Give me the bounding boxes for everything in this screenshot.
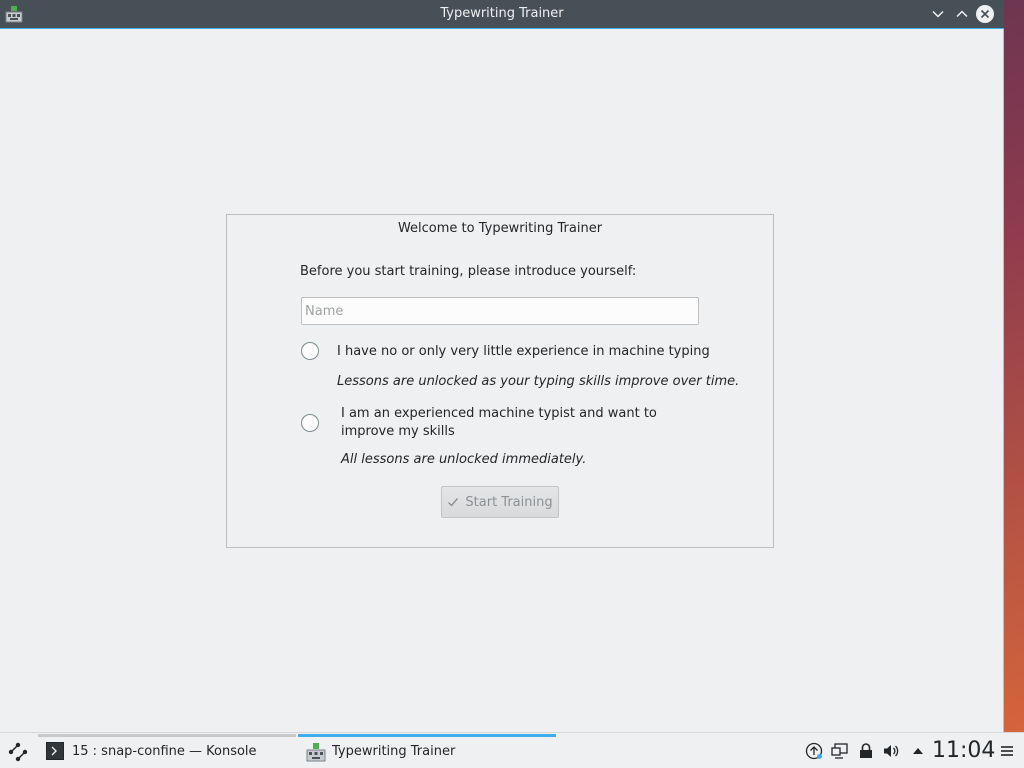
konsole-icon <box>46 742 64 760</box>
app-window: Typewriting Trainer Welcome to Typewriti… <box>0 0 1004 732</box>
beginner-label[interactable]: I have no or only very little experience… <box>337 343 710 361</box>
close-icon <box>980 9 990 19</box>
title-bar[interactable]: Typewriting Trainer <box>0 0 1004 29</box>
task-indicator <box>38 734 296 737</box>
task-label: Typewriting Trainer <box>332 743 456 759</box>
name-input[interactable] <box>301 297 699 325</box>
window-title: Typewriting Trainer <box>440 6 564 21</box>
beginner-hint: Lessons are unlocked as your typing skil… <box>337 374 740 389</box>
checkmark-icon <box>448 498 459 507</box>
task-label: 15 : snap-confine — Konsole <box>72 743 257 759</box>
close-button[interactable] <box>976 5 994 23</box>
chevron-up-icon <box>956 10 968 18</box>
panel-menu-icon[interactable] <box>998 742 1016 760</box>
taskbar: 15 : snap-confine — Konsole Typewriting … <box>0 732 1024 768</box>
volume-icon[interactable] <box>882 742 900 760</box>
task-indicator <box>298 734 556 737</box>
chevron-down-icon <box>932 10 944 18</box>
maximize-button[interactable] <box>953 5 971 23</box>
welcome-panel: Welcome to Typewriting Trainer Before yo… <box>226 214 774 548</box>
experienced-hint: All lessons are unlocked immediately. <box>341 452 587 467</box>
minimize-button[interactable] <box>929 5 947 23</box>
task-konsole[interactable]: 15 : snap-confine — Konsole <box>38 733 296 768</box>
intro-text: Before you start training, please introd… <box>300 264 637 279</box>
beginner-radio[interactable] <box>301 342 319 360</box>
experienced-radio[interactable] <box>301 414 319 432</box>
updates-icon[interactable] <box>805 742 823 760</box>
task-typewriting-trainer[interactable]: Typewriting Trainer <box>298 733 556 768</box>
ktouch-icon <box>306 742 326 762</box>
application-launcher[interactable] <box>6 740 30 764</box>
start-training-button[interactable]: Start Training <box>441 486 559 518</box>
welcome-title: Welcome to Typewriting Trainer <box>397 221 603 236</box>
clock[interactable]: 11:04 <box>932 738 995 763</box>
start-training-label: Start Training <box>465 494 553 510</box>
tray-expand-icon[interactable] <box>909 742 927 760</box>
display-icon[interactable] <box>831 742 849 760</box>
lock-icon[interactable] <box>857 742 875 760</box>
experienced-label[interactable]: I am an experienced machine typist and w… <box>341 405 701 441</box>
launcher-icon <box>8 742 28 762</box>
